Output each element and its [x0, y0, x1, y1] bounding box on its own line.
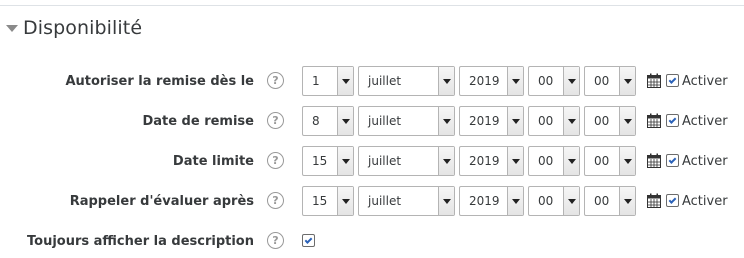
enable-label: Activer: [682, 153, 728, 169]
chevron-down-icon: [619, 147, 635, 175]
minute-value: 00: [594, 194, 610, 208]
hour-value: 00: [538, 154, 554, 168]
minute-select[interactable]: 00: [584, 66, 636, 96]
date-row-allow-submissions: Autoriser la remise dès le ? 1 juillet 2…: [0, 66, 744, 96]
chevron-down-icon: [563, 187, 579, 215]
day-value: 15: [312, 154, 328, 168]
calendar-icon[interactable]: [647, 113, 661, 128]
help-icon[interactable]: ?: [267, 72, 284, 89]
minute-select[interactable]: 00: [584, 106, 636, 136]
section-title: Disponibilité: [23, 17, 143, 39]
chevron-down-icon: [507, 147, 523, 175]
minute-value: 00: [594, 74, 610, 88]
top-divider: [0, 5, 744, 6]
date-row-grading-reminder: Rappeler d'évaluer après ? 15 juillet 20…: [0, 186, 744, 216]
year-value: 2019: [469, 74, 500, 88]
always-show-description-row: Toujours afficher la description ?: [0, 226, 744, 256]
enable-label: Activer: [682, 73, 728, 89]
calendar-icon[interactable]: [647, 153, 661, 168]
date-row-cutoff-date: Date limite ? 15 juillet 2019 00 00 Acti…: [0, 146, 744, 176]
row-label: Toujours afficher la description: [27, 233, 254, 249]
month-select[interactable]: juillet: [358, 146, 455, 176]
day-value: 1: [312, 74, 320, 88]
chevron-down-icon: [337, 147, 353, 175]
chevron-down-icon: [438, 107, 454, 135]
always-show-description-checkbox[interactable]: [302, 234, 315, 247]
year-select[interactable]: 2019: [459, 186, 524, 216]
day-value: 15: [312, 194, 328, 208]
year-select[interactable]: 2019: [459, 106, 524, 136]
chevron-down-icon: [619, 107, 635, 135]
row-label: Autoriser la remise dès le: [65, 73, 254, 89]
chevron-down-icon: [507, 67, 523, 95]
enable-checkbox[interactable]: [666, 74, 679, 87]
help-icon[interactable]: ?: [267, 192, 284, 209]
chevron-down-icon: [563, 107, 579, 135]
chevron-down-icon: [438, 67, 454, 95]
chevron-down-icon: [337, 187, 353, 215]
month-value: juillet: [368, 194, 402, 208]
minute-select[interactable]: 00: [584, 146, 636, 176]
chevron-down-icon: [563, 147, 579, 175]
calendar-icon[interactable]: [647, 73, 661, 88]
minute-value: 00: [594, 154, 610, 168]
date-row-due-date: Date de remise ? 8 juillet 2019 00 00 Ac…: [0, 106, 744, 136]
hour-select[interactable]: 00: [528, 186, 580, 216]
day-value: 8: [312, 114, 320, 128]
enable-checkbox[interactable]: [666, 154, 679, 167]
hour-value: 00: [538, 194, 554, 208]
month-select[interactable]: juillet: [358, 66, 455, 96]
day-select[interactable]: 8: [302, 106, 354, 136]
day-select[interactable]: 15: [302, 186, 354, 216]
year-select[interactable]: 2019: [459, 66, 524, 96]
chevron-down-icon: [507, 107, 523, 135]
hour-select[interactable]: 00: [528, 66, 580, 96]
year-value: 2019: [469, 194, 500, 208]
chevron-down-icon: [619, 67, 635, 95]
chevron-down-icon: [507, 187, 523, 215]
section-toggle-disponibilite[interactable]: Disponibilité: [6, 14, 142, 42]
day-select[interactable]: 1: [302, 66, 354, 96]
help-icon[interactable]: ?: [267, 152, 284, 169]
enable-checkbox[interactable]: [666, 194, 679, 207]
chevron-down-icon: [337, 67, 353, 95]
enable-label: Activer: [682, 193, 728, 209]
hour-select[interactable]: 00: [528, 106, 580, 136]
help-icon[interactable]: ?: [267, 232, 284, 249]
month-select[interactable]: juillet: [358, 106, 455, 136]
month-value: juillet: [368, 154, 402, 168]
year-select[interactable]: 2019: [459, 146, 524, 176]
row-label: Date limite: [172, 153, 254, 169]
enable-label: Activer: [682, 113, 728, 129]
row-label: Date de remise: [142, 113, 254, 129]
chevron-down-icon: [563, 67, 579, 95]
chevron-down-icon: [337, 107, 353, 135]
hour-select[interactable]: 00: [528, 146, 580, 176]
row-label: Rappeler d'évaluer après: [69, 193, 254, 209]
hour-value: 00: [538, 74, 554, 88]
chevron-down-icon: [438, 147, 454, 175]
enable-checkbox[interactable]: [666, 114, 679, 127]
help-icon[interactable]: ?: [267, 112, 284, 129]
hour-value: 00: [538, 114, 554, 128]
chevron-down-icon: [438, 187, 454, 215]
day-select[interactable]: 15: [302, 146, 354, 176]
year-value: 2019: [469, 114, 500, 128]
calendar-icon[interactable]: [647, 193, 661, 208]
month-value: juillet: [368, 74, 402, 88]
month-select[interactable]: juillet: [358, 186, 455, 216]
minute-value: 00: [594, 114, 610, 128]
minute-select[interactable]: 00: [584, 186, 636, 216]
year-value: 2019: [469, 154, 500, 168]
caret-down-icon: [6, 25, 18, 32]
chevron-down-icon: [619, 187, 635, 215]
month-value: juillet: [368, 114, 402, 128]
